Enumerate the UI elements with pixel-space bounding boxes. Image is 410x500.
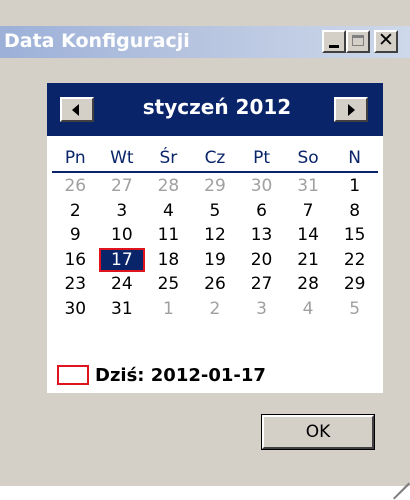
day-cell[interactable]: 11 (145, 223, 192, 248)
day-cell[interactable]: 13 (238, 223, 285, 248)
next-month-button[interactable] (334, 97, 368, 122)
month-calendar: styczeń 2012 Pn Wt Śr Cz Pt So N 26 27 2… (47, 83, 383, 393)
day-cell[interactable]: 29 (331, 272, 378, 297)
weekday-name: Cz (204, 148, 226, 168)
day-cell[interactable]: 3 (238, 297, 285, 322)
day-cell[interactable]: 28 (145, 174, 192, 199)
previous-month-button[interactable] (60, 97, 94, 122)
day-cell[interactable]: 1 (145, 297, 192, 322)
day-cell[interactable]: 16 (52, 248, 99, 273)
day-cell[interactable]: 5 (331, 297, 378, 322)
weekday-name: Pt (253, 148, 270, 168)
day-cell[interactable]: 10 (99, 223, 146, 248)
day-cell[interactable]: 18 (145, 248, 192, 273)
day-cell[interactable]: 20 (238, 248, 285, 273)
day-cell[interactable]: 4 (285, 297, 332, 322)
window-title: Data Konfiguracji (4, 30, 190, 52)
day-cell[interactable]: 8 (331, 199, 378, 224)
minimize-icon (329, 45, 339, 48)
weekday-name: N (348, 148, 362, 168)
day-cell[interactable]: 25 (145, 272, 192, 297)
week-row: 9 10 11 12 13 14 15 (52, 223, 378, 248)
day-cell[interactable]: 7 (285, 199, 332, 224)
ok-button[interactable]: OK (261, 414, 375, 450)
minimize-button[interactable] (322, 30, 346, 53)
today-marker-icon (57, 365, 89, 385)
day-cell[interactable]: 28 (285, 272, 332, 297)
day-cell[interactable]: 12 (192, 223, 239, 248)
day-cell[interactable]: 31 (99, 297, 146, 322)
maximize-icon (352, 35, 364, 46)
close-button[interactable]: ✕ (374, 29, 398, 53)
day-cell[interactable]: 26 (52, 174, 99, 199)
day-cell[interactable]: 5 (192, 199, 239, 224)
arrow-left-icon (72, 104, 79, 116)
day-cell[interactable]: 3 (99, 199, 146, 224)
week-row: 26 27 28 29 30 31 1 (52, 174, 378, 199)
week-row: 16 17 18 19 20 21 22 (52, 247, 378, 273)
day-cell[interactable]: 19 (192, 248, 239, 273)
maximize-button[interactable] (346, 30, 370, 53)
day-cell[interactable]: 21 (285, 248, 332, 273)
day-cell[interactable]: 4 (145, 199, 192, 224)
close-icon: ✕ (378, 29, 394, 51)
day-cell[interactable]: 30 (52, 297, 99, 322)
day-cell[interactable]: 2 (52, 199, 99, 224)
day-cell[interactable]: 22 (331, 248, 378, 273)
day-cell[interactable]: 6 (238, 199, 285, 224)
dialog-window: Data Konfiguracji ✕ styczeń 2012 Pn Wt Ś… (0, 0, 410, 500)
day-cell[interactable]: 15 (331, 223, 378, 248)
day-cell[interactable]: 14 (285, 223, 332, 248)
day-cell[interactable]: 9 (52, 223, 99, 248)
day-cell[interactable]: 1 (331, 174, 378, 199)
day-grid: 26 27 28 29 30 31 1 2 3 4 5 6 7 8 9 10 1… (52, 174, 378, 321)
day-cell[interactable]: 24 (99, 272, 146, 297)
resize-grip-icon[interactable] (392, 468, 410, 500)
weekday-name: Wt (110, 148, 134, 168)
day-cell[interactable]: 29 (192, 174, 239, 199)
weekday-header: Pn Wt Śr Cz Pt So N (52, 145, 378, 173)
day-cell[interactable]: 31 (285, 174, 332, 199)
day-cell[interactable]: 26 (192, 272, 239, 297)
weekday-name: Pn (64, 148, 86, 168)
day-cell[interactable]: 27 (99, 174, 146, 199)
week-row: 23 24 25 26 27 28 29 (52, 272, 378, 297)
selected-day-cell[interactable]: 17 (98, 247, 146, 272)
day-cell[interactable]: 27 (238, 272, 285, 297)
week-row: 30 31 1 2 3 4 5 (52, 297, 378, 322)
day-cell[interactable]: 2 (192, 297, 239, 322)
title-bar[interactable]: Data Konfiguracji ✕ (0, 26, 410, 58)
month-year-label[interactable]: styczeń 2012 (107, 95, 327, 119)
today-label: Dziś: 2012-01-17 (95, 365, 266, 386)
day-cell[interactable]: 23 (52, 272, 99, 297)
day-cell[interactable]: 30 (238, 174, 285, 199)
week-row: 2 3 4 5 6 7 8 (52, 199, 378, 224)
arrow-right-icon (348, 104, 355, 116)
weekday-name: So (297, 148, 319, 168)
calendar-header: styczeń 2012 (47, 83, 383, 136)
weekday-name: Śr (159, 148, 178, 168)
